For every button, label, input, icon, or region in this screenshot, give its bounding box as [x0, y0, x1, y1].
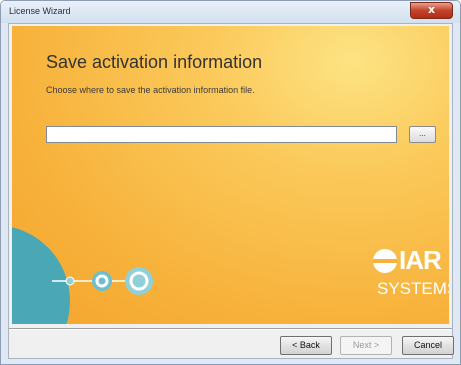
file-path-input[interactable]	[46, 126, 397, 143]
browse-button[interactable]: ...	[409, 126, 436, 143]
logo-text-iar: IAR	[399, 245, 442, 275]
page-subheading: Choose where to save the activation info…	[46, 85, 255, 95]
window-title: License Wizard	[9, 6, 71, 16]
wizard-banner: Save activation information Choose where…	[12, 26, 449, 324]
medium-ring-icon	[92, 271, 112, 291]
large-ring-icon	[125, 267, 153, 295]
close-button[interactable]: x	[410, 2, 453, 19]
back-button[interactable]: < Back	[280, 336, 332, 355]
next-button[interactable]: Next >	[340, 336, 392, 355]
footer-separator	[9, 328, 452, 330]
logo-mark-icon	[373, 249, 397, 273]
large-teal-circle	[12, 227, 70, 324]
cancel-button[interactable]: Cancel	[402, 336, 454, 355]
title-bar[interactable]: License Wizard x	[1, 1, 460, 23]
wizard-client-area: Save activation information Choose where…	[8, 23, 454, 359]
close-icon: x	[427, 3, 436, 16]
license-wizard-window: License Wizard x Save activation informa…	[0, 0, 461, 365]
iar-systems-logo: IAR SYSTEMS	[359, 245, 449, 307]
logo-text-systems: SYSTEMS	[377, 279, 449, 298]
page-heading: Save activation information	[46, 52, 263, 72]
small-dot-icon	[65, 276, 75, 286]
